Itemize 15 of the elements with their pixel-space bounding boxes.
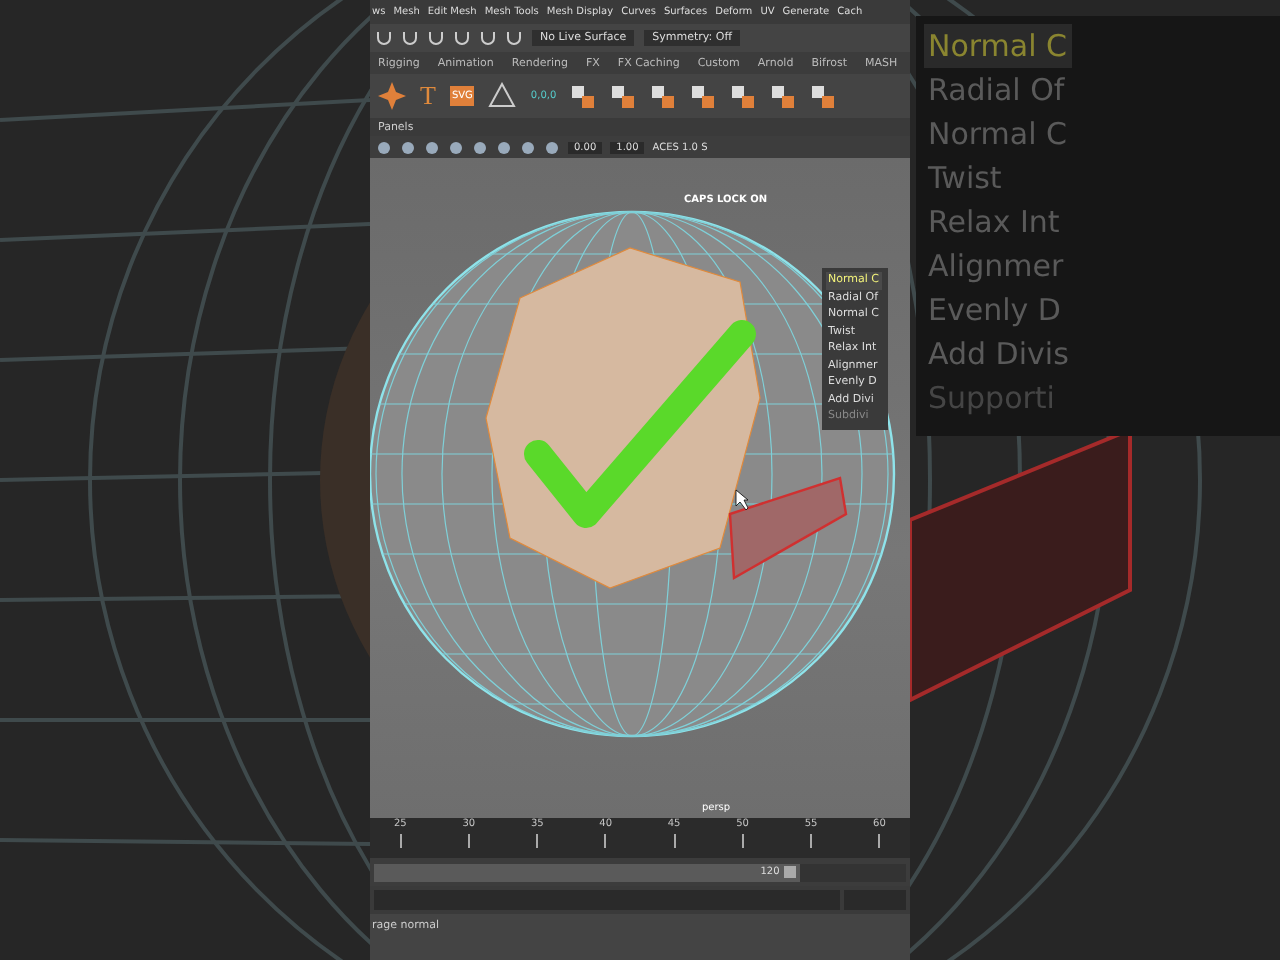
range-handle[interactable]	[783, 866, 796, 878]
cube-icon[interactable]	[810, 83, 837, 109]
cube-icon[interactable]	[730, 83, 757, 109]
star-icon[interactable]	[378, 82, 406, 110]
checkmark-icon	[524, 320, 756, 528]
triangle-icon[interactable]	[488, 82, 517, 110]
highlighted-face	[728, 476, 848, 580]
cube-icon[interactable]	[650, 83, 677, 109]
cube-icon[interactable]	[610, 83, 637, 109]
cube-icon[interactable]	[770, 83, 797, 109]
menu-item[interactable]: Normal C	[924, 24, 1072, 68]
cube-icon[interactable]	[690, 83, 717, 109]
cursor-icon	[735, 489, 749, 511]
cube-icon[interactable]	[570, 83, 597, 109]
text-tool[interactable]: T	[420, 80, 436, 112]
